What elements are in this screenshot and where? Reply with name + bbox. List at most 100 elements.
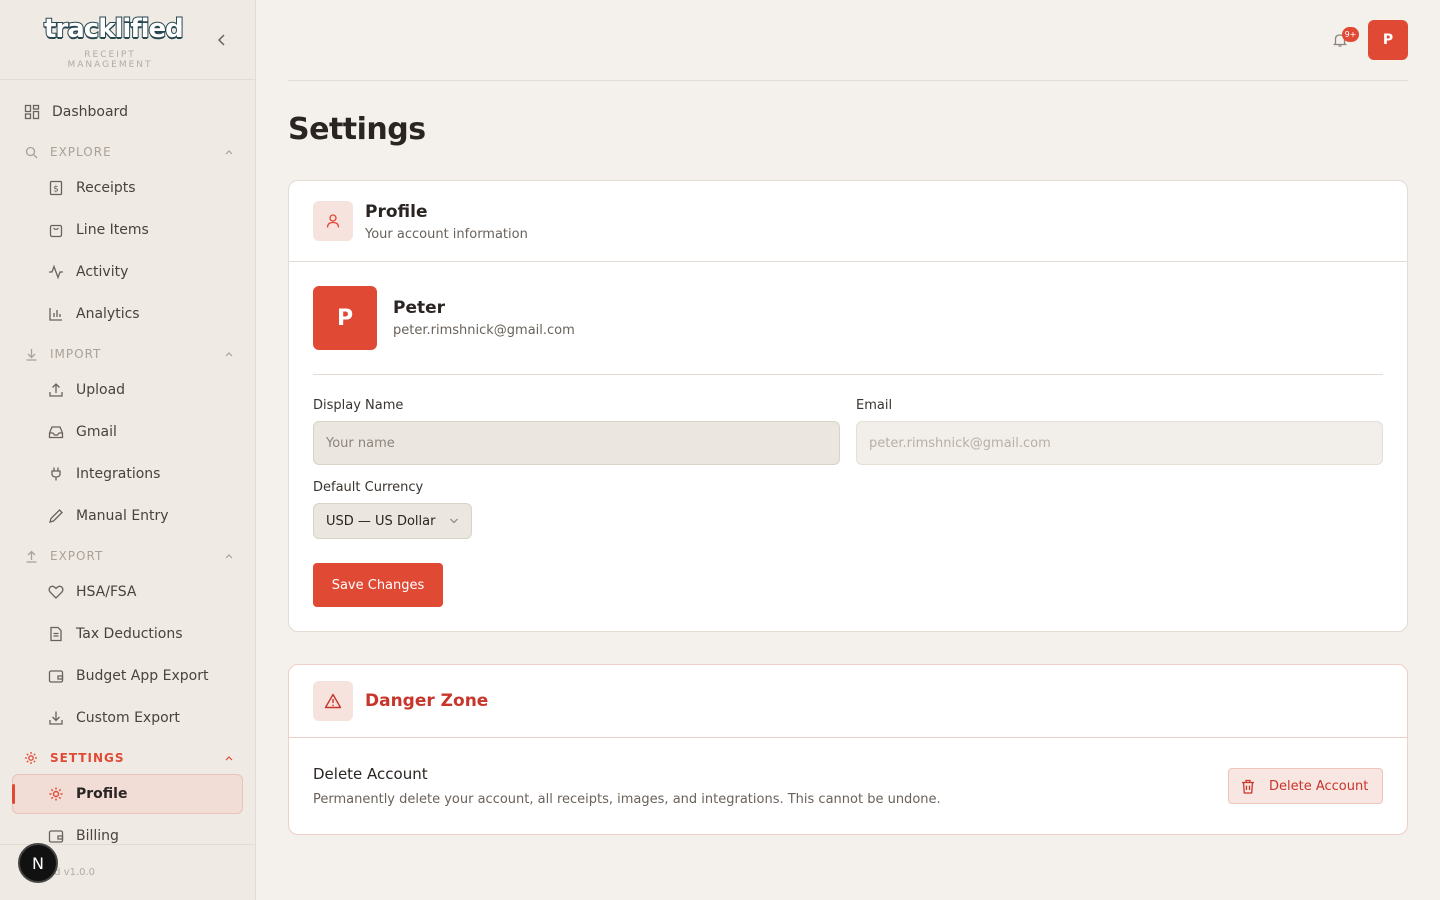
- currency-value: USD — US Dollar: [326, 513, 436, 529]
- download-icon: [24, 347, 38, 361]
- sidebar-item-manual-entry[interactable]: Manual Entry: [48, 497, 238, 535]
- email-input: [856, 421, 1383, 465]
- logo-wordmark: tracklified: [43, 13, 185, 45]
- user-icon: [313, 201, 353, 241]
- user-avatar-button[interactable]: P: [1368, 20, 1408, 60]
- sidebar-item-label: Line Items: [76, 222, 149, 238]
- collapse-sidebar-button[interactable]: [212, 30, 232, 50]
- trash-icon: [1241, 779, 1255, 794]
- delete-account-description: Permanently delete your account, all rec…: [313, 792, 941, 807]
- delete-account-button[interactable]: Delete Account: [1228, 768, 1383, 804]
- sidebar-item-upload[interactable]: Upload: [48, 371, 238, 409]
- document-icon: [48, 626, 64, 642]
- delete-account-title: Delete Account: [313, 765, 428, 783]
- pencil-icon: [48, 508, 64, 524]
- search-icon: [24, 145, 38, 159]
- main-content: 9+ P Settings Profile Your account infor…: [256, 0, 1440, 900]
- sidebar-item-activity[interactable]: Activity: [48, 253, 238, 291]
- warning-triangle-icon: [313, 681, 353, 721]
- chevron-up-icon: [224, 755, 234, 761]
- danger-zone-title: Danger Zone: [365, 691, 489, 711]
- notifications-button[interactable]: 9+: [1332, 27, 1359, 50]
- download-icon: [48, 710, 64, 726]
- wallet-icon: [48, 668, 64, 684]
- sidebar-item-label: Gmail: [76, 424, 117, 440]
- sidebar-item-dashboard[interactable]: Dashboard: [24, 93, 244, 131]
- sidebar-item-integrations[interactable]: Integrations: [48, 455, 238, 493]
- profile-card-title: Profile: [365, 202, 428, 222]
- sidebar-item-hsa-fsa[interactable]: HSA/FSA: [48, 573, 238, 611]
- section-label: IMPORT: [50, 347, 102, 361]
- wallet-icon: [48, 828, 64, 844]
- brand-header: tracklified RECEIPT MANAGEMENT: [0, 0, 255, 80]
- section-explore[interactable]: EXPLORE: [24, 142, 234, 162]
- profile-card: Profile Your account information P Peter…: [288, 180, 1408, 632]
- svg-text:$: $: [53, 185, 59, 195]
- sidebar-item-label: Upload: [76, 382, 126, 398]
- save-changes-button[interactable]: Save Changes: [313, 563, 443, 607]
- chevron-up-icon: [224, 149, 234, 155]
- sidebar-item-analytics[interactable]: Analytics: [48, 295, 238, 333]
- export-upload-icon: [24, 549, 38, 563]
- sidebar-item-profile[interactable]: Profile: [12, 774, 243, 814]
- profile-avatar: P: [313, 286, 377, 350]
- active-indicator: [12, 784, 15, 804]
- dev-tools-badge[interactable]: N: [18, 843, 58, 883]
- display-name-input[interactable]: [313, 421, 840, 465]
- sidebar-item-label: Analytics: [76, 306, 140, 322]
- bar-chart-icon: [48, 306, 64, 322]
- sidebar: tracklified RECEIPT MANAGEMENT Dashboard…: [0, 0, 256, 900]
- delete-account-button-label: Delete Account: [1269, 778, 1369, 794]
- sidebar-item-label: Receipts: [76, 180, 136, 196]
- sidebar-item-budget-app-export[interactable]: Budget App Export: [48, 657, 238, 695]
- profile-email: peter.rimshnick@gmail.com: [393, 323, 575, 338]
- display-name-label: Display Name: [313, 398, 404, 413]
- sidebar-item-tax-deductions[interactable]: Tax Deductions: [48, 615, 238, 653]
- logo[interactable]: tracklified RECEIPT MANAGEMENT: [43, 12, 185, 70]
- top-bar: 9+ P: [288, 0, 1408, 81]
- notification-count-badge: 9+: [1342, 27, 1359, 42]
- section-import[interactable]: IMPORT: [24, 344, 234, 364]
- sidebar-item-label: HSA/FSA: [76, 584, 137, 600]
- gear-icon: [24, 751, 38, 765]
- sidebar-item-gmail[interactable]: Gmail: [48, 413, 238, 451]
- section-settings[interactable]: SETTINGS: [24, 748, 234, 768]
- inbox-icon: [48, 424, 64, 440]
- activity-pulse-icon: [48, 264, 64, 280]
- section-label: SETTINGS: [50, 751, 125, 765]
- sidebar-item-label: Billing: [76, 828, 119, 844]
- sidebar-item-custom-export[interactable]: Custom Export: [48, 699, 238, 737]
- receipt-dollar-icon: $: [48, 180, 64, 196]
- danger-zone-card: Danger Zone Delete Account Permanently d…: [288, 664, 1408, 835]
- sidebar-item-label: Activity: [76, 264, 129, 280]
- sidebar-item-label: Custom Export: [76, 710, 180, 726]
- profile-name: Peter: [393, 298, 446, 318]
- gear-icon: [48, 786, 64, 802]
- page-title: Settings: [288, 112, 426, 147]
- section-export[interactable]: EXPORT: [24, 546, 234, 566]
- section-label: EXPLORE: [50, 145, 112, 159]
- currency-label: Default Currency: [313, 480, 424, 495]
- currency-select[interactable]: USD — US Dollar: [313, 503, 472, 539]
- chevron-down-icon: [449, 518, 459, 524]
- email-label: Email: [856, 398, 893, 413]
- section-label: EXPORT: [50, 549, 104, 563]
- logo-subtitle: RECEIPT MANAGEMENT: [67, 50, 153, 70]
- sidebar-item-receipts[interactable]: $ Receipts: [48, 169, 238, 207]
- sidebar-item-label: Integrations: [76, 466, 161, 482]
- dashboard-grid-icon: [24, 104, 40, 120]
- profile-card-subtitle: Your account information: [365, 227, 528, 242]
- sidebar-item-label: Tax Deductions: [76, 626, 183, 642]
- sidebar-item-label: Manual Entry: [76, 508, 169, 524]
- chevron-up-icon: [224, 351, 234, 357]
- upload-icon: [48, 382, 64, 398]
- sidebar-item-line-items[interactable]: Line Items: [48, 211, 238, 249]
- shopping-bag-icon: [48, 222, 64, 238]
- divider: [313, 374, 1383, 375]
- sidebar-item-label: Dashboard: [52, 104, 128, 120]
- danger-zone-header: Danger Zone: [289, 665, 1407, 738]
- plug-icon: [48, 466, 64, 482]
- heart-icon: [48, 584, 64, 600]
- chevron-left-icon: [217, 34, 225, 46]
- profile-card-header: Profile Your account information: [289, 181, 1407, 262]
